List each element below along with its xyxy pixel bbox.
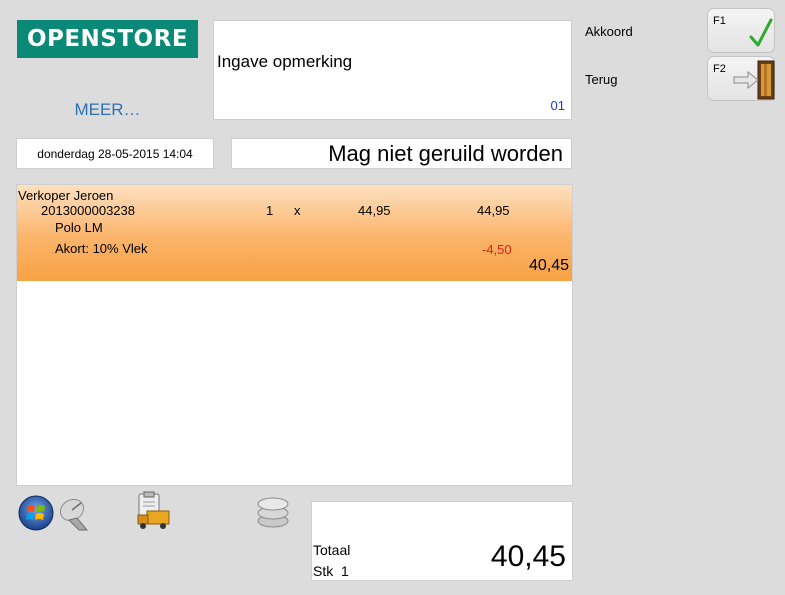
total-amount: 40,45 [490,540,566,573]
akkoord-label: Akkoord [585,24,633,39]
times-sign: x [294,203,301,218]
remark-code: 01 [550,98,565,113]
coin-stack-icon[interactable] [254,491,292,531]
seller-name: Verkoper Jeroen [18,188,114,203]
list-item[interactable]: Verkoper Jeroen 2013000003238 1 x 44,95 … [17,185,572,281]
remark-title: Ingave opmerking [217,52,353,71]
item-barcode: 2013000003238 [41,203,135,218]
total-label: Totaal [313,542,351,558]
delivery-truck-icon[interactable] [133,491,177,531]
stk-label: Stk 1 [313,563,349,579]
f1-key-label: F1 [713,15,726,27]
item-list[interactable]: Verkoper Jeroen 2013000003238 1 x 44,95 … [16,184,573,486]
discount-label: Akort: 10% Vlek [55,241,148,256]
status-message: Mag niet geruild worden [231,138,572,169]
item-quantity: 1 [266,203,274,218]
windows-start-icon[interactable] [17,494,55,532]
terug-label: Terug [585,72,618,87]
f2-key-label: F2 [713,63,726,75]
satellite-dish-icon[interactable] [57,494,95,532]
stk-count: 1 [341,563,349,579]
datetime-display: donderdag 28-05-2015 14:04 [16,138,214,169]
remark-panel[interactable]: Ingave opmerking 01 [213,20,572,120]
net-price: 40,45 [528,257,569,274]
terug-button[interactable]: F2 [707,56,775,101]
exit-door-icon [733,60,775,100]
akkoord-button[interactable]: F1 [707,8,775,53]
discount-amount: -4,50 [482,242,512,257]
total-panel: Totaal Stk 1 40,45 [311,501,573,581]
checkmark-icon [749,18,773,47]
openstore-logo: OPENSTORE [17,20,198,58]
line-price: 44,95 [477,203,510,218]
item-name: Polo LM [55,220,103,235]
unit-price: 44,95 [358,203,391,218]
more-button[interactable]: MEER… [17,100,198,120]
